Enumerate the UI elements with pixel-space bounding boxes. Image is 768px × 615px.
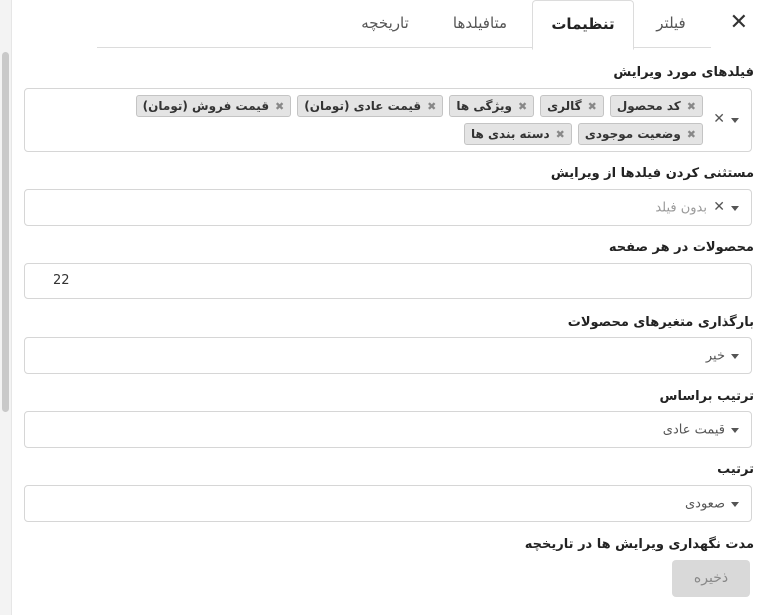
sort-by-label: ترتیب براساس [659,389,754,404]
chevron-down-icon[interactable] [731,501,739,507]
tab-filter[interactable]: فیلتر [646,0,696,48]
tab-history[interactable]: تاریخچه [355,0,415,48]
tab-bar: تاریخچه متافیلدها تنظیمات فیلتر ✕ [0,0,768,50]
tab-history-label: تاریخچه [361,14,409,32]
order-select[interactable]: صعودی [24,485,752,522]
chip-list: ✖ کد محصول ✖ گالری ✖ ویژگی ها ✖ قیمت عادی (ت… [83,95,703,151]
chip-stock-status[interactable]: ✖ وضعیت موجودی [577,123,703,145]
chip-label: قیمت عادی (تومان) [304,99,422,113]
fields-to-edit-label: فیلدهای مورد ویرایش [613,65,754,80]
sort-by-select[interactable]: قیمت عادی [24,411,752,448]
products-per-page-label: محصولات در هر صفحه [608,240,754,255]
load-variations-label: بارگذاری متغیرهای محصولات [567,315,754,330]
chip-label: گالری [547,99,582,113]
history-retention-label: مدت نگهداری ویرایش ها در تاریخچه [524,537,754,552]
chevron-down-icon[interactable] [731,427,739,433]
order-label: ترتیب [717,462,754,477]
chevron-down-icon[interactable] [731,118,739,123]
chip-label: دسته بندی ها [471,127,550,141]
chip-categories[interactable]: ✖ دسته بندی ها [464,123,572,145]
tab-filter-label: فیلتر [656,14,686,32]
scrollbar-track[interactable] [0,0,12,615]
chip-attributes[interactable]: ✖ ویژگی ها [449,95,535,117]
chevron-down-icon[interactable] [731,205,739,211]
chevron-down-icon[interactable] [731,353,739,359]
chip-regular-price[interactable]: ✖ قیمت عادی (تومان) [297,95,444,117]
chip-remove-icon[interactable]: ✖ [275,100,284,113]
chip-remove-icon[interactable]: ✖ [427,100,436,113]
chip-gallery[interactable]: ✖ گالری [540,95,604,117]
chip-label: وضعیت موجودی [584,127,681,141]
chip-label: کد محصول [616,99,681,113]
exclude-fields-select[interactable]: ✕ بدون فیلد [24,189,752,226]
tab-settings[interactable]: تنظیمات [532,0,634,50]
chip-product-code[interactable]: ✖ کد محصول [609,95,703,117]
load-variations-value: خیر [705,348,725,363]
save-button[interactable]: ذخیره [672,560,750,597]
chip-sale-price[interactable]: ✖ قیمت فروش (تومان) [135,95,292,117]
tab-metafields-label: متافیلدها [452,14,508,32]
exclude-fields-placeholder: بدون فیلد [655,200,707,215]
order-value: صعودی [685,496,725,511]
sort-by-value: قیمت عادی [662,422,725,437]
chip-remove-icon[interactable]: ✖ [687,100,696,113]
products-per-page-input[interactable]: 22 [24,263,752,299]
load-variations-select[interactable]: خیر [24,337,752,374]
chip-remove-icon[interactable]: ✖ [588,100,597,113]
chip-remove-icon[interactable]: ✖ [518,100,527,113]
chip-label: قیمت فروش (تومان) [142,99,270,113]
fields-to-edit-select[interactable]: ✕ ✖ کد محصول ✖ گالری ✖ ویژگی ها ✖ قیمت عادی … [24,88,752,152]
chip-remove-icon[interactable]: ✖ [687,128,696,141]
scrollbar-thumb[interactable] [2,52,9,412]
clear-icon[interactable]: ✕ [713,199,725,215]
chip-remove-icon[interactable]: ✖ [556,128,565,141]
tab-metafields[interactable]: متافیلدها [440,0,520,48]
close-icon[interactable]: ✕ [730,10,748,35]
chip-label: ویژگی ها [456,99,512,113]
tab-settings-label: تنظیمات [551,15,615,33]
exclude-fields-label: مستثنی کردن فیلدها از ویرایش [550,166,754,181]
clear-all-icon[interactable]: ✕ [713,111,725,127]
